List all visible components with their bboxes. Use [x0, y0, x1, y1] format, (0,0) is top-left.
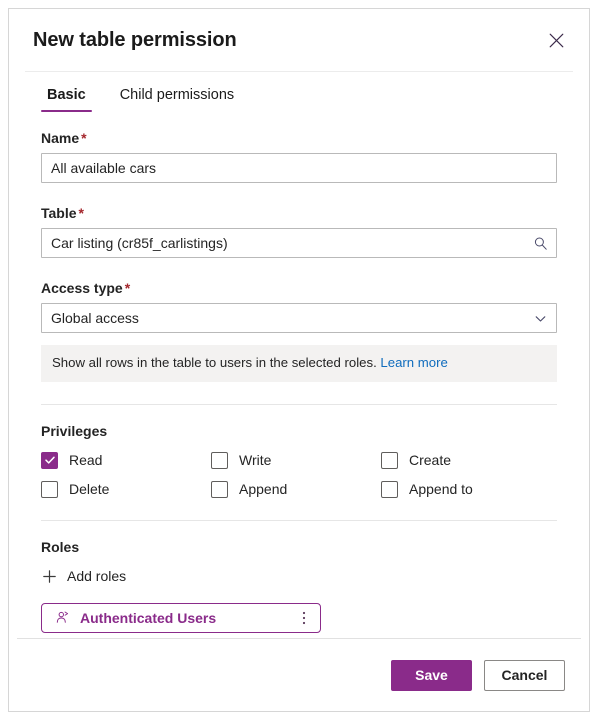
privilege-append-to[interactable]: Append to — [381, 480, 557, 498]
search-icon[interactable] — [531, 228, 549, 258]
privilege-write[interactable]: Write — [211, 451, 381, 469]
plus-icon — [41, 568, 58, 585]
role-chip-authenticated-users[interactable]: Authenticated Users — [41, 602, 321, 633]
privilege-append-to-checkbox[interactable] — [381, 480, 398, 498]
access-type-required-asterisk: * — [124, 280, 131, 296]
privilege-append[interactable]: Append — [211, 480, 381, 498]
privilege-create-label: Create — [409, 452, 452, 468]
privilege-create[interactable]: Create — [381, 451, 557, 469]
dialog-footer: Save Cancel — [9, 639, 589, 711]
table-label: Table * — [41, 205, 557, 221]
table-required-asterisk: * — [78, 205, 84, 221]
privileges-title: Privileges — [41, 422, 108, 439]
privilege-delete-checkbox[interactable] — [41, 480, 58, 498]
name-label-text: Name — [41, 130, 80, 146]
privileges-grid: Read Write Create Delete Append Append t… — [41, 451, 557, 498]
privilege-write-checkbox[interactable] — [211, 451, 228, 469]
access-type-select[interactable]: Global access — [41, 303, 557, 333]
field-table: Table * — [41, 205, 557, 258]
privilege-read[interactable]: Read — [41, 451, 211, 469]
field-name: Name * — [41, 130, 557, 183]
privilege-delete-label: Delete — [69, 481, 110, 497]
person-icon — [54, 610, 70, 626]
chevron-down-icon[interactable] — [531, 303, 549, 333]
cancel-button[interactable]: Cancel — [484, 659, 565, 691]
dialog-body: Name* Table* — [9, 112, 589, 638]
name-input-wrap — [41, 153, 557, 183]
name-label: Name * — [41, 130, 557, 146]
tab-basic[interactable]: Basic — [41, 86, 92, 112]
privilege-create-checkbox[interactable] — [381, 451, 398, 469]
table-input[interactable] — [41, 228, 557, 258]
new-table-permission-dialog: New table permission Basic Child permiss… — [8, 8, 590, 712]
roles-divider — [41, 519, 557, 521]
privilege-append-label: Append — [239, 481, 288, 497]
close-icon[interactable] — [541, 25, 571, 55]
learn-more-link[interactable]: Learn more — [380, 355, 447, 370]
access-type-label: Access type * — [41, 280, 557, 296]
table-label-text: Table — [41, 205, 77, 221]
name-input[interactable] — [41, 153, 557, 183]
privileges-divider — [41, 403, 557, 405]
add-roles-label: Add roles — [67, 568, 127, 584]
privilege-read-label: Read — [69, 452, 103, 468]
info-text: Show all rows in the table to users in t… — [52, 355, 377, 370]
access-type-value: Global access — [51, 310, 139, 326]
field-access-type: Access type * Global access Show all rows… — [41, 280, 557, 382]
tab-child-permissions[interactable]: Child permissions — [114, 86, 240, 112]
privilege-append-checkbox[interactable] — [211, 480, 228, 498]
role-chip-label: Authenticated Users — [80, 609, 217, 626]
dialog-title: New table permission — [33, 29, 237, 51]
access-type-info-banner: Show all rows in the table to users in t… — [41, 345, 557, 382]
privilege-write-label: Write — [239, 452, 272, 468]
name-required-asterisk: * — [81, 130, 87, 146]
dialog-header: New table permission — [9, 9, 589, 71]
add-roles-button[interactable]: Add roles — [41, 568, 126, 585]
privilege-append-to-label: Append to — [409, 481, 473, 497]
save-button[interactable]: Save — [391, 659, 472, 691]
access-type-select-wrap: Global access — [41, 303, 557, 333]
roles-title: Roles — [41, 538, 80, 555]
tab-list: Basic Child permissions — [9, 72, 589, 112]
privilege-read-checkbox[interactable] — [41, 451, 58, 469]
access-type-label-text: Access type — [41, 280, 123, 296]
more-vertical-icon[interactable] — [294, 606, 314, 630]
privilege-delete[interactable]: Delete — [41, 480, 211, 498]
table-input-wrap — [41, 228, 557, 258]
